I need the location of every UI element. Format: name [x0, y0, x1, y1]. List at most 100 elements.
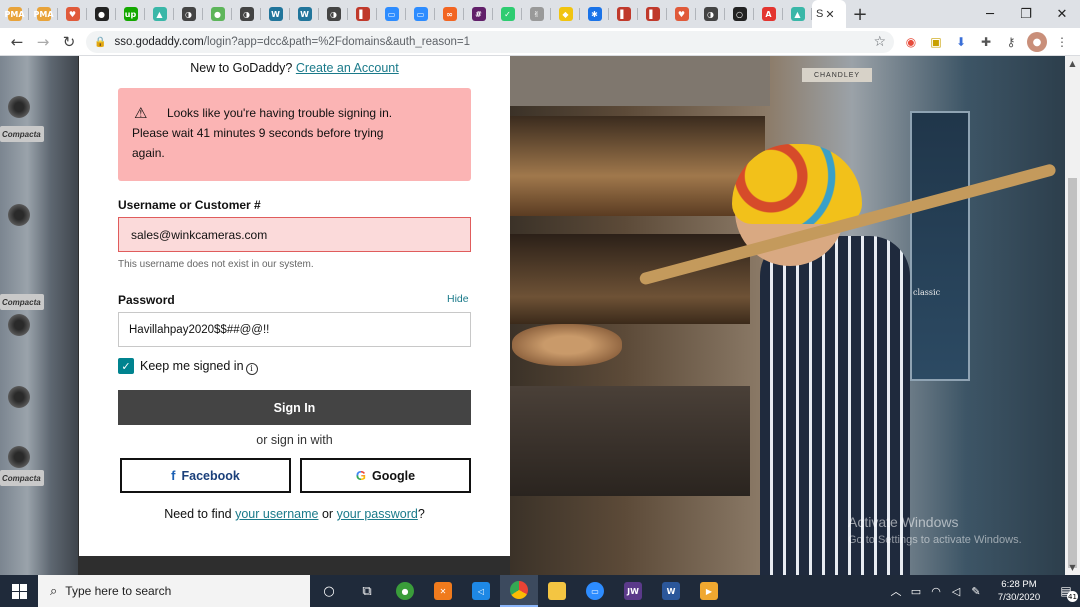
windows-taskbar: ⌕ Type here to search ○ ⧉ ● ✕ ◁ ▭ JW W ▶… — [0, 575, 1080, 607]
xampp-icon[interactable]: ✕ — [424, 575, 462, 607]
task-view-icon[interactable]: ⧉ — [348, 575, 386, 607]
warning-icon: ⚠ — [134, 104, 148, 122]
jw-app-icon[interactable]: JW — [614, 575, 652, 607]
browser-tab[interactable]: ▭ — [377, 0, 406, 28]
wifi-icon[interactable]: ◠ — [926, 585, 946, 598]
download-extension-icon[interactable]: ⬇ — [952, 33, 970, 51]
profile-avatar[interactable]: ● — [1027, 32, 1047, 52]
create-account-link[interactable]: Create an Account — [296, 61, 399, 75]
browser-tab[interactable]: ▌ — [348, 0, 377, 28]
username-field[interactable]: sales@winkcameras.com — [118, 217, 471, 252]
recovery-links: Need to find your username or your passw… — [79, 507, 510, 521]
start-button[interactable] — [0, 575, 38, 607]
github-icon: ● — [94, 7, 109, 21]
app-badge — [548, 582, 566, 600]
oven-dial — [8, 204, 30, 226]
oven-dial — [8, 446, 30, 468]
oven-badge: Compacta — [0, 470, 44, 486]
browser-tab[interactable]: ✓ — [493, 0, 522, 28]
browser-tab[interactable]: ◑ — [696, 0, 725, 28]
browser-tab[interactable]: ✱ — [580, 0, 609, 28]
zoom-icon[interactable]: ▭ — [576, 575, 614, 607]
browser-tab[interactable]: ∞ — [435, 0, 464, 28]
alert-line: Looks like you're having trouble signing… — [167, 106, 393, 120]
taskbar-clock[interactable]: 6:28 PM 7/30/2020 — [986, 578, 1052, 604]
find-username-link[interactable]: your username — [235, 507, 318, 521]
restore-icon[interactable]: ❐ — [1008, 0, 1044, 28]
browser-tab[interactable]: ▭ — [406, 0, 435, 28]
browser-tab[interactable]: ○ — [725, 0, 754, 28]
bookmark-star-icon[interactable]: ☆ — [873, 34, 886, 50]
browser-tab[interactable]: ▲ — [145, 0, 174, 28]
chrome-icon[interactable] — [500, 575, 538, 607]
new-tab-icon[interactable]: + — [846, 0, 874, 28]
close-window-icon[interactable]: ✕ — [1044, 0, 1080, 28]
password-field[interactable]: Havillahpay2020$$##@@!! — [118, 312, 471, 347]
browser-tab[interactable]: # — [464, 0, 493, 28]
reload-icon[interactable]: ↻ — [56, 29, 82, 55]
battery-icon[interactable]: ▭ — [906, 585, 926, 598]
windows-logo-icon — [11, 583, 27, 599]
upwork-icon: up — [123, 7, 138, 21]
app-green-icon[interactable]: ● — [386, 575, 424, 607]
browser-tab[interactable]: ◑ — [232, 0, 261, 28]
clock-time: 6:28 PM — [1001, 579, 1037, 590]
browser-tab[interactable]: up — [116, 0, 145, 28]
taskbar-search-box[interactable]: ⌕ Type here to search — [38, 575, 310, 607]
site-icon: ◑ — [326, 7, 341, 21]
keep-signed-in-label[interactable]: Keep me signed in — [140, 359, 244, 373]
menu-kebab-icon[interactable]: ⋮ — [1053, 33, 1071, 51]
keep-signed-in-checkbox[interactable]: ✓ — [118, 358, 134, 374]
lock-icon: 🔒 — [94, 36, 107, 48]
word-icon[interactable]: W — [652, 575, 690, 607]
key-extension-icon[interactable]: ⚷ — [1002, 33, 1020, 51]
volume-icon[interactable]: ◁ — [946, 585, 966, 598]
forward-icon[interactable]: → — [30, 29, 56, 55]
browser-tab[interactable]: ▌ — [638, 0, 667, 28]
scroll-up-icon[interactable]: ▲ — [1065, 56, 1080, 71]
browser-tab[interactable]: W — [290, 0, 319, 28]
find-password-link[interactable]: your password — [337, 507, 418, 521]
pen-icon[interactable]: ✎ — [966, 585, 986, 598]
folder-extension-icon[interactable]: ▣ — [927, 33, 945, 51]
active-browser-tab[interactable]: S ✕ — [812, 0, 846, 28]
page-scrollbar[interactable]: ▲ ▼ — [1065, 56, 1080, 575]
scroll-thumb[interactable] — [1068, 178, 1077, 568]
vscode-icon[interactable]: ◁ — [462, 575, 500, 607]
google-button[interactable]: G Google — [300, 458, 471, 493]
browser-tab[interactable]: ◑ — [319, 0, 348, 28]
app-badge — [510, 581, 528, 599]
browser-tab[interactable]: PMA — [0, 0, 29, 28]
browser-tab[interactable]: ✌ — [522, 0, 551, 28]
info-icon[interactable]: i — [245, 362, 258, 375]
chevron-up-icon[interactable]: ︿ — [886, 583, 906, 599]
browser-tab[interactable]: ♥ — [667, 0, 696, 28]
browser-tab[interactable]: ◆ — [551, 0, 580, 28]
browser-tab[interactable]: W — [261, 0, 290, 28]
browser-tab[interactable]: PMA — [29, 0, 58, 28]
file-explorer-icon[interactable] — [538, 575, 576, 607]
address-bar[interactable]: 🔒 sso.godaddy.com/login?app=dcc&path=%2F… — [86, 31, 894, 53]
facebook-button[interactable]: f Facebook — [120, 458, 291, 493]
browser-tab[interactable]: ● — [87, 0, 116, 28]
browser-tab[interactable]: ♥ — [58, 0, 87, 28]
browser-tab[interactable]: ▲ — [783, 0, 812, 28]
oven-badge: Compacta — [0, 294, 44, 310]
puzzle-extension-icon[interactable]: ✚ — [977, 33, 995, 51]
browser-tab[interactable]: ▌ — [609, 0, 638, 28]
scroll-down-icon[interactable]: ▼ — [1065, 560, 1080, 575]
color-wheel-extension-icon[interactable]: ◉ — [902, 33, 920, 51]
sign-in-button[interactable]: Sign In — [118, 390, 471, 425]
browser-tab[interactable]: ● — [203, 0, 232, 28]
browser-tab[interactable]: A — [754, 0, 783, 28]
cortana-icon[interactable]: ○ — [310, 575, 348, 607]
hide-password-link[interactable]: Hide — [447, 293, 469, 305]
close-tab-icon[interactable]: ✕ — [825, 8, 834, 21]
minimize-icon[interactable]: ─ — [972, 0, 1008, 28]
back-icon[interactable]: ← — [4, 29, 30, 55]
alert-line: again. — [132, 146, 165, 160]
browser-tab[interactable]: ◑ — [174, 0, 203, 28]
media-app-icon[interactable]: ▶ — [690, 575, 728, 607]
notification-center-icon[interactable]: ▤ 41 — [1052, 575, 1080, 607]
app-badge: ◁ — [472, 582, 490, 600]
